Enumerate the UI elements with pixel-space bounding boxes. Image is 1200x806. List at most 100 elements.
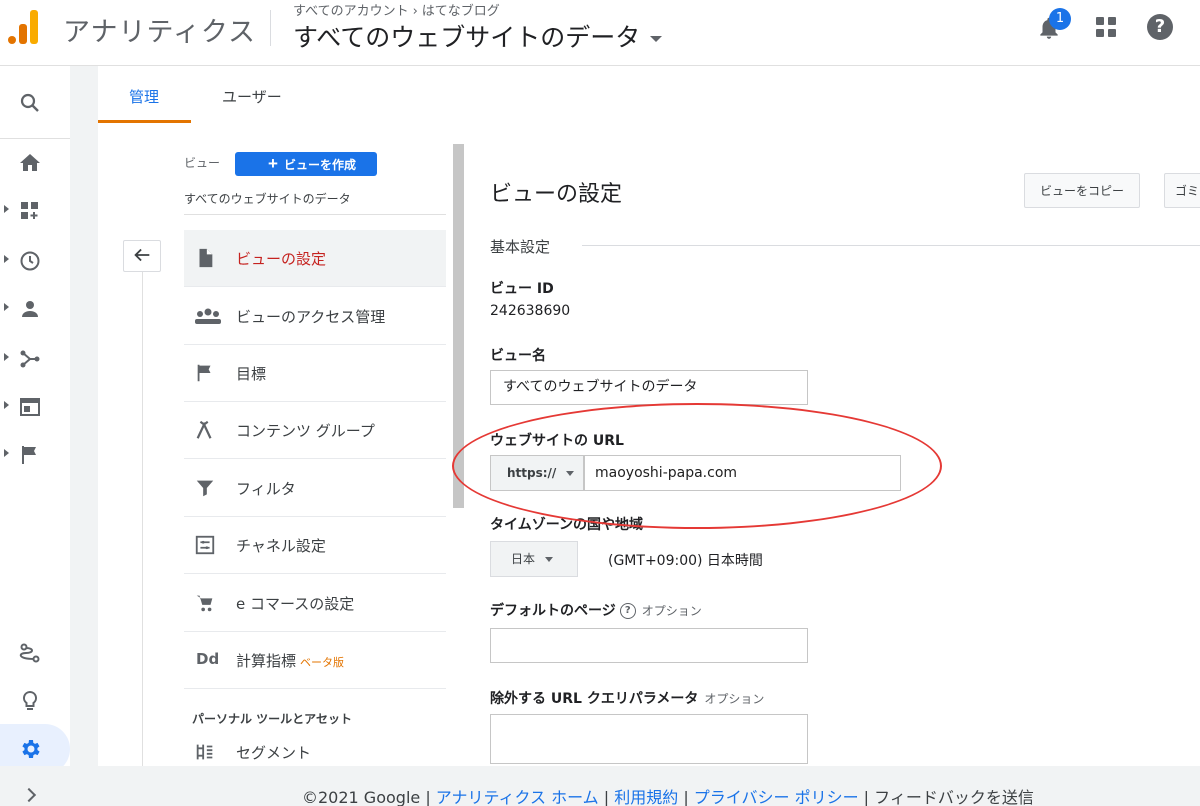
- analytics-logo-icon[interactable]: [8, 10, 40, 44]
- cart-icon: [196, 595, 213, 612]
- website-url-input[interactable]: maoyoshi-papa.com: [584, 455, 901, 491]
- attribution-icon: [19, 643, 40, 663]
- website-url-label: ウェブサイトの URL: [490, 433, 624, 449]
- nav-divider: [184, 214, 446, 215]
- tab-admin[interactable]: 管理: [129, 86, 159, 107]
- rail-audience[interactable]: [0, 288, 62, 330]
- current-view-name: すべてのウェブサイトのデータ: [184, 192, 351, 206]
- help-icon[interactable]: ?: [1147, 14, 1173, 40]
- basic-settings-header: 基本設定: [490, 238, 551, 256]
- nav-item-content-grouping[interactable]: コンテンツ グループ: [184, 402, 446, 459]
- admin-tabs: 管理 ユーザー: [98, 66, 1200, 124]
- footer-link-home[interactable]: アナリティクス ホーム: [436, 788, 599, 806]
- home-icon: [20, 154, 40, 171]
- back-button[interactable]: [123, 240, 161, 272]
- breadcrumb-property: はてなブログ: [421, 4, 500, 19]
- view-id-label: ビュー ID: [490, 281, 554, 297]
- default-page-label: デフォルトのページ? オプション: [490, 600, 702, 620]
- behavior-icon: [20, 398, 40, 416]
- person-icon: [22, 301, 38, 317]
- clock-icon: [20, 251, 40, 271]
- exclude-params-text: 除外する URL クエリパラメータ: [490, 691, 699, 707]
- nav-item-label: 目標: [236, 365, 267, 383]
- rail-discover[interactable]: [0, 680, 62, 722]
- dropdown-caret-icon: [650, 36, 663, 42]
- arrow-left-icon: [134, 248, 150, 261]
- footer-link-privacy[interactable]: プライバシー ポリシー: [694, 788, 859, 806]
- header-divider: [270, 10, 271, 46]
- help-circle-icon[interactable]: ?: [619, 603, 636, 619]
- nav-item-filters[interactable]: フィルタ: [184, 460, 446, 517]
- chevron-right-icon: ›: [412, 4, 418, 19]
- notification-badge: 1: [1049, 8, 1071, 30]
- rail-acquisition[interactable]: [0, 338, 62, 380]
- content-group-icon: [196, 420, 212, 439]
- section-divider: [582, 245, 1200, 246]
- timezone-country-value: 日本: [511, 552, 536, 566]
- flag-icon: [22, 446, 36, 464]
- rail-home[interactable]: [0, 142, 62, 184]
- create-view-label: ビューを作成: [283, 158, 356, 172]
- view-name-input[interactable]: すべてのウェブサイトのデータ: [490, 370, 808, 405]
- active-tab-indicator: [98, 120, 191, 123]
- nav-item-channel-settings[interactable]: チャネル設定: [184, 517, 446, 574]
- view-id-value: 242638690: [490, 303, 571, 319]
- rail-behavior[interactable]: [0, 386, 62, 428]
- nav-item-goals[interactable]: 目標: [184, 345, 446, 402]
- trash-button[interactable]: ゴミ: [1164, 173, 1200, 208]
- nav-item-calculated-metrics[interactable]: Dd 計算指標 ベータ版: [184, 632, 446, 689]
- optional-tag: オプション: [704, 692, 765, 706]
- footer-copyright: ©2021 Google: [302, 788, 421, 806]
- dropdown-caret-icon: [566, 471, 575, 476]
- rail-customization[interactable]: [0, 190, 62, 232]
- rail-divider: [0, 138, 70, 139]
- create-view-button[interactable]: + ビューを作成: [235, 152, 377, 176]
- tab-user[interactable]: ユーザー: [222, 86, 282, 107]
- nav-scrollbar[interactable]: [453, 144, 464, 508]
- dropdown-caret-icon: [545, 557, 554, 562]
- rail-conversions[interactable]: [0, 434, 62, 476]
- channel-icon: [195, 535, 215, 555]
- rail-search[interactable]: [0, 82, 62, 124]
- view-selector-label: すべてのウェブサイトのデータ: [293, 23, 641, 52]
- footer-link-terms[interactable]: 利用規約: [614, 788, 678, 806]
- exclude-params-label: 除外する URL クエリパラメータ オプション: [490, 688, 764, 708]
- people-icon: [195, 308, 221, 324]
- filter-icon: [196, 480, 214, 497]
- nav-item-view-access[interactable]: ビューのアクセス管理: [184, 288, 446, 345]
- nav-item-ecommerce[interactable]: e コマースの設定: [184, 575, 446, 632]
- breadcrumb-account: すべてのアカウント: [293, 4, 409, 19]
- rail-attribution[interactable]: [0, 632, 62, 674]
- footer-links: ©2021 Google | アナリティクス ホーム | 利用規約 | プライバ…: [302, 788, 1034, 806]
- gear-icon: [22, 740, 40, 758]
- dashboard-add-icon: [21, 202, 38, 219]
- rail-realtime[interactable]: [0, 240, 62, 282]
- page-title: ビューの設定: [490, 182, 623, 207]
- acquisition-icon: [20, 350, 40, 368]
- left-rail: [0, 66, 70, 806]
- footer-feedback[interactable]: フィードバックを送信: [874, 788, 1034, 806]
- protocol-value: https://: [507, 466, 557, 480]
- breadcrumb[interactable]: すべてのアカウント › はてなブログ: [293, 0, 500, 19]
- nav-item-label: e コマースの設定: [236, 595, 355, 613]
- expand-arrow-icon: [4, 449, 9, 457]
- nav-item-label: コンテンツ グループ: [236, 422, 375, 440]
- nav-item-label: ビューのアクセス管理: [236, 308, 386, 326]
- default-page-text: デフォルトのページ: [490, 603, 616, 619]
- view-selector[interactable]: すべてのウェブサイトのデータ: [293, 18, 663, 54]
- apps-grid-icon[interactable]: [1096, 17, 1116, 37]
- view-label: ビュー: [184, 156, 221, 170]
- nav-item-text: 計算指標: [236, 652, 297, 670]
- segment-icon: [196, 744, 213, 760]
- column-guide-line: [142, 272, 143, 766]
- search-icon: [20, 93, 39, 112]
- dd-icon: Dd: [196, 650, 220, 668]
- protocol-select[interactable]: https://: [490, 455, 584, 491]
- view-name-label: ビュー名: [490, 348, 546, 364]
- exclude-params-textarea[interactable]: [490, 714, 808, 764]
- nav-item-label: フィルタ: [236, 480, 296, 498]
- nav-item-view-settings[interactable]: ビューの設定: [184, 230, 446, 287]
- default-page-input[interactable]: [490, 628, 808, 663]
- copy-view-button[interactable]: ビューをコピー: [1024, 173, 1140, 208]
- timezone-country-select[interactable]: 日本: [490, 541, 578, 577]
